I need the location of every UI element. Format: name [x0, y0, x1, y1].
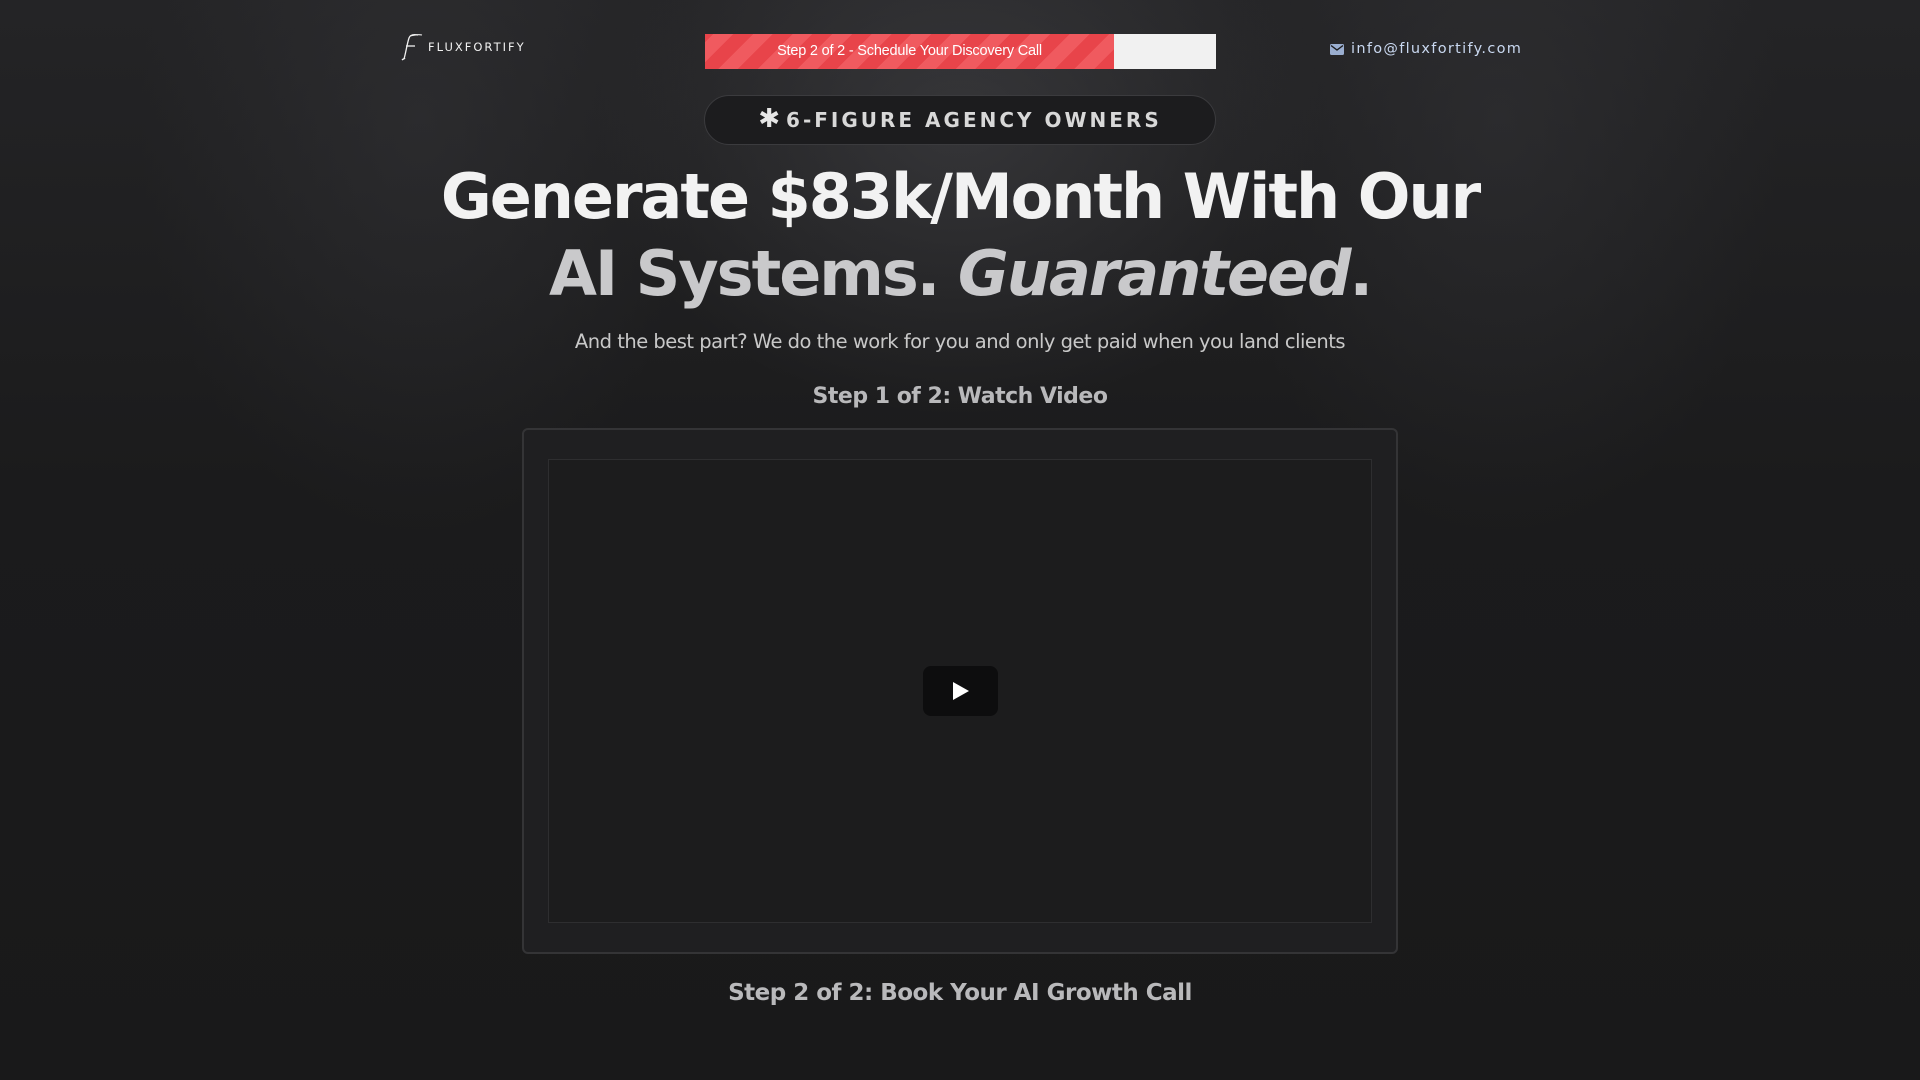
- play-icon: [952, 682, 969, 700]
- headline-prefix: AI Systems.: [548, 237, 958, 310]
- progress-bar: Step 2 of 2 - Schedule Your Discovery Ca…: [705, 34, 1216, 69]
- logo-text: FLUXFORTIFY: [428, 40, 526, 54]
- play-button[interactable]: [923, 666, 998, 716]
- contact-email-link[interactable]: info@fluxfortify.com: [1330, 41, 1522, 57]
- landing-page: FLUXFORTIFY Step 2 of 2 - Schedule Your …: [0, 0, 1920, 1080]
- progress-label: Step 2 of 2 - Schedule Your Discovery Ca…: [777, 43, 1042, 59]
- badge-text: 6-FIGURE AGENCY OWNERS: [786, 108, 1162, 132]
- envelope-icon: [1330, 43, 1344, 55]
- headline-line-1: Generate $83k/Month With Our: [440, 160, 1481, 233]
- script-f-logo-icon: [401, 33, 423, 61]
- headline-suffix: .: [1349, 237, 1373, 310]
- step-2-title: Step 2 of 2: Book Your AI Growth Call: [728, 980, 1192, 1006]
- step-1-title: Step 1 of 2: Watch Video: [812, 384, 1108, 409]
- headline-emphasis: Guaranteed: [957, 237, 1352, 310]
- subtitle: And the best part? We do the work for yo…: [574, 330, 1346, 353]
- logo[interactable]: FLUXFORTIFY: [398, 32, 526, 62]
- headline: Generate $83k/Month With Our AI Systems.…: [0, 158, 1920, 312]
- headline-line-2: AI Systems. Guaranteed.: [0, 235, 1920, 312]
- contact-email: info@fluxfortify.com: [1351, 41, 1523, 57]
- asterisk-icon: ✱: [758, 104, 781, 134]
- audience-badge: ✱ 6-FIGURE AGENCY OWNERS: [704, 95, 1216, 145]
